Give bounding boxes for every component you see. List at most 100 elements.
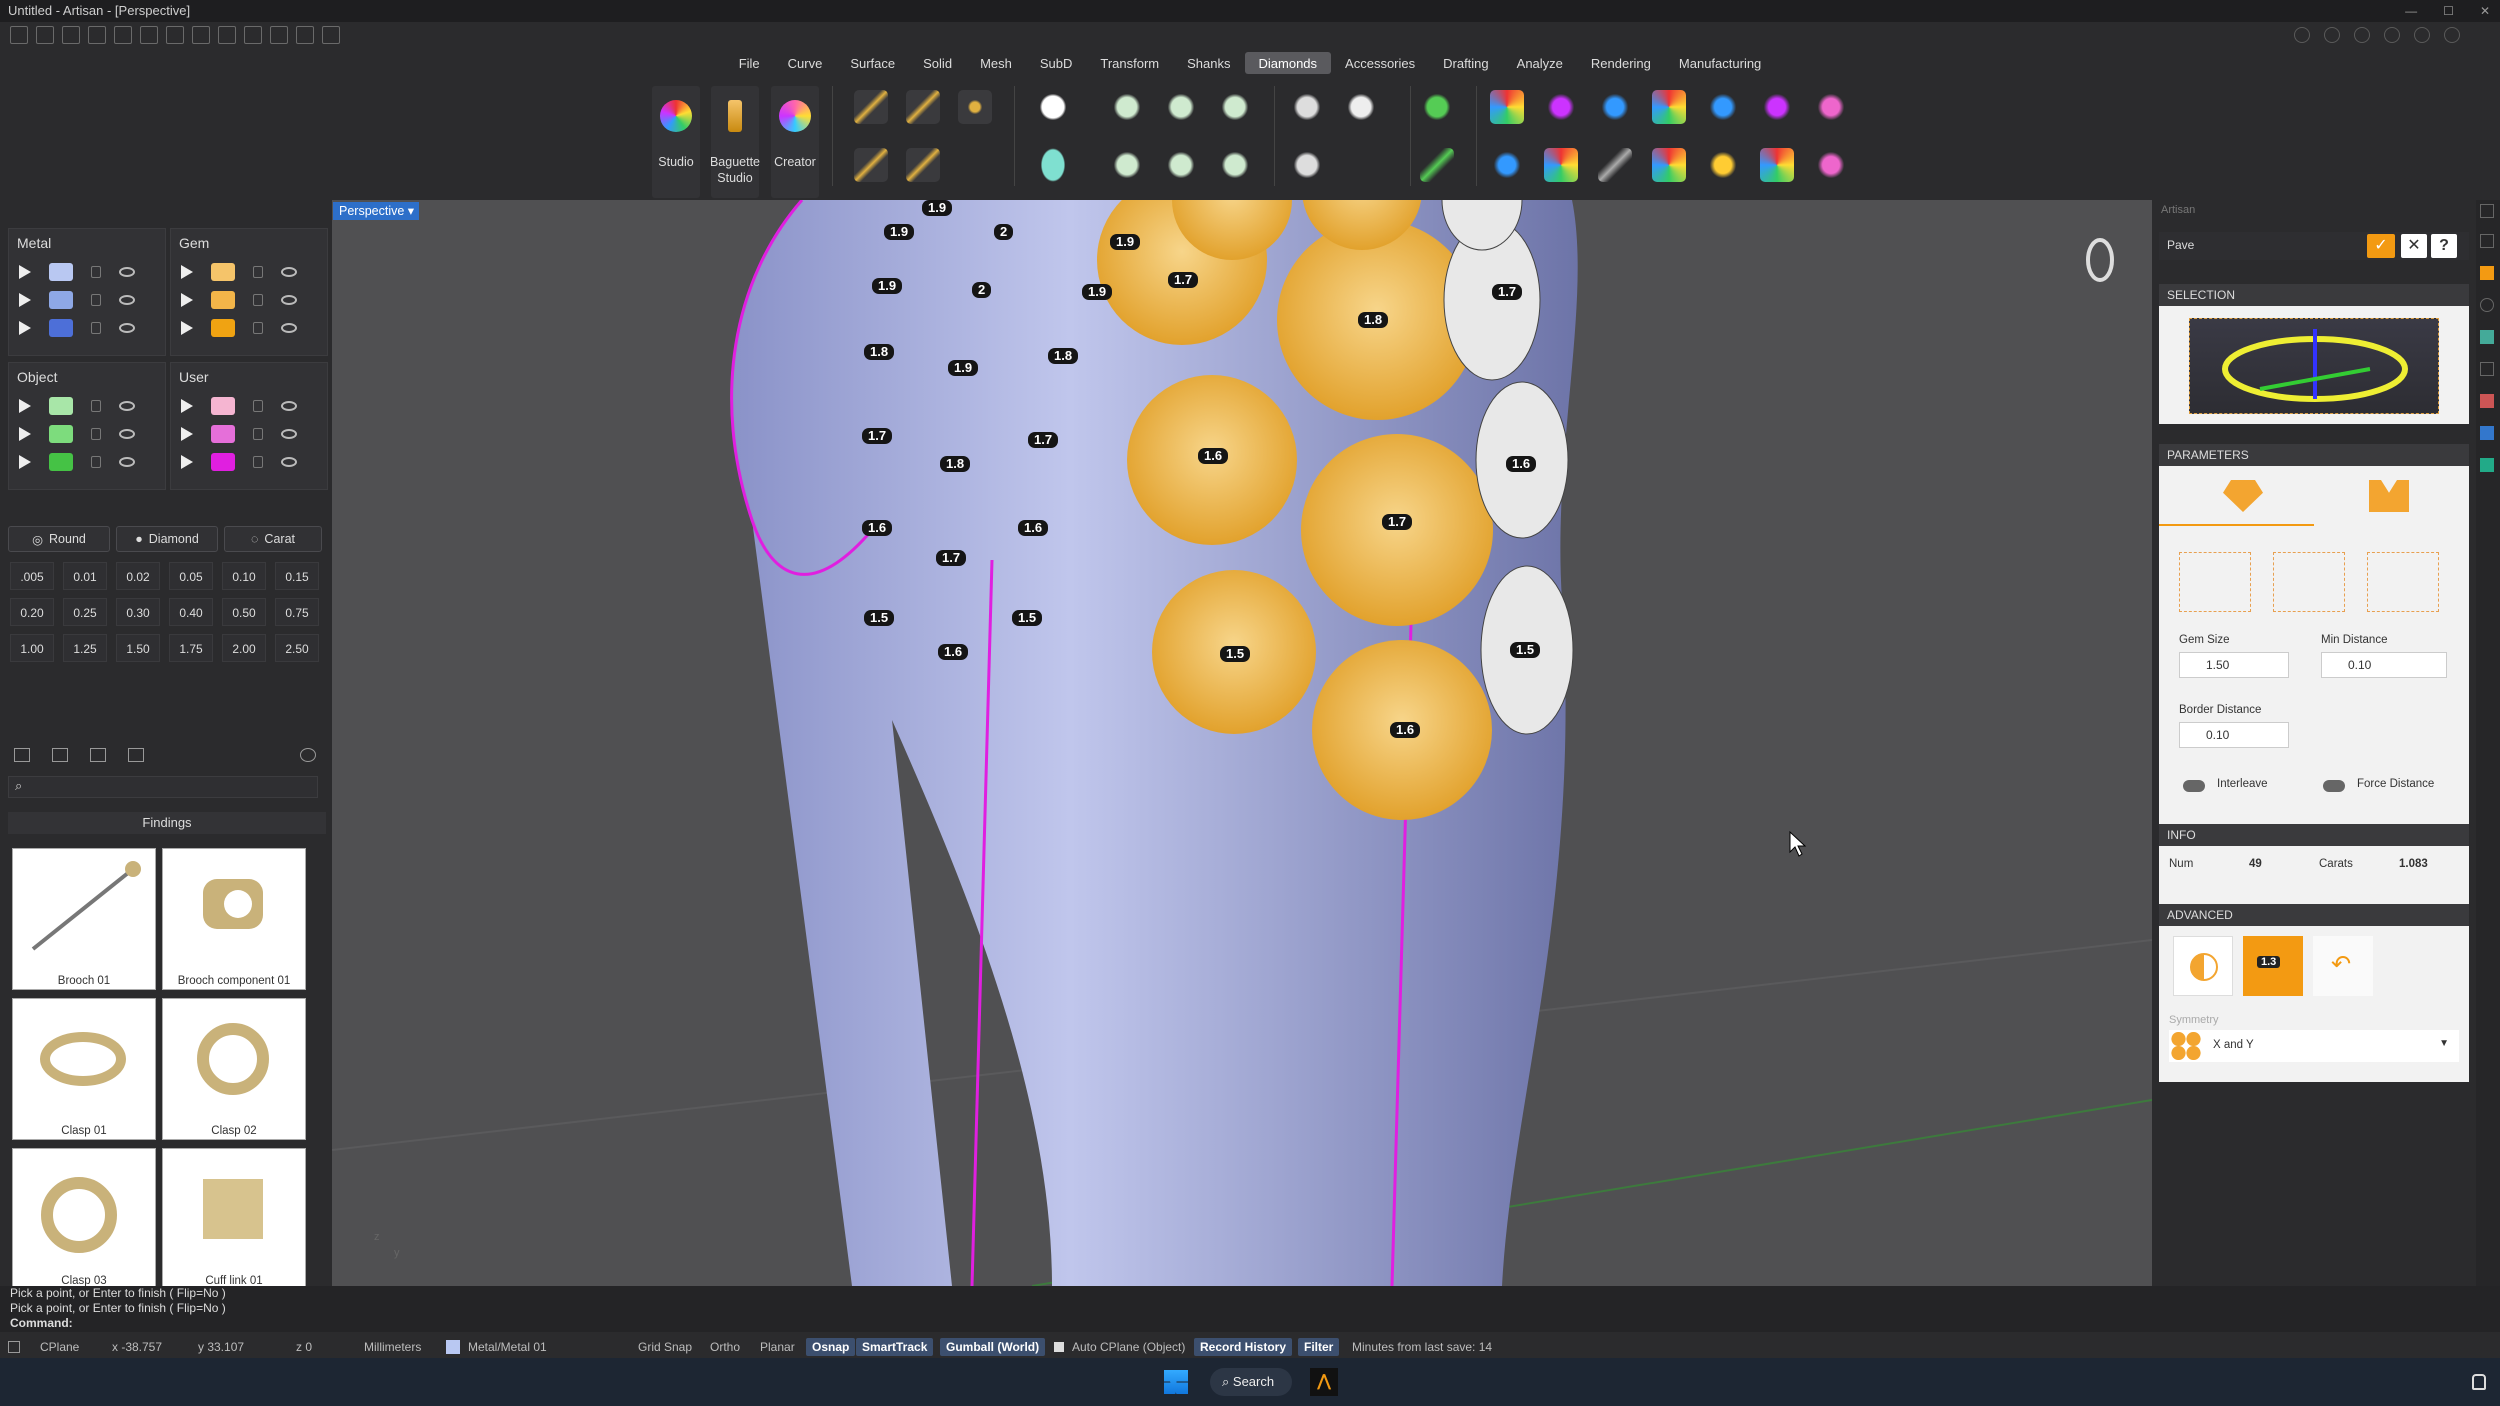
tools-icon[interactable] xyxy=(322,26,340,44)
pave-grid-icon[interactable] xyxy=(1290,148,1324,182)
osnap-toggle[interactable]: Osnap xyxy=(806,1338,856,1356)
play-icon[interactable] xyxy=(181,455,193,469)
gem-size-button[interactable]: 0.10 xyxy=(222,562,266,590)
settings-icon[interactable] xyxy=(270,26,288,44)
status-toggle-icon[interactable] xyxy=(8,1341,20,1353)
gem-size-button[interactable]: 0.02 xyxy=(116,562,160,590)
menu-shanks[interactable]: Shanks xyxy=(1173,52,1244,74)
lock-icon[interactable] xyxy=(253,400,263,412)
gem-select-icon[interactable] xyxy=(1652,148,1686,182)
play-icon[interactable] xyxy=(19,321,31,335)
dock-materials-icon[interactable] xyxy=(2480,298,2494,312)
info-icon[interactable] xyxy=(2324,27,2340,43)
layer-row[interactable] xyxy=(181,261,297,283)
gem-size-button[interactable]: 0.75 xyxy=(275,598,319,626)
gem-edit-icon[interactable] xyxy=(1706,90,1740,124)
advanced-section-header[interactable]: ADVANCED xyxy=(2159,904,2469,926)
viewport-dropdown-icon[interactable]: ▾ xyxy=(408,204,414,218)
lock-icon[interactable] xyxy=(91,400,101,412)
gem-size-button[interactable]: 0.50 xyxy=(222,598,266,626)
border-distance-input[interactable]: 0.10 xyxy=(2179,722,2289,748)
notification-bell-icon[interactable] xyxy=(2472,1374,2486,1390)
play-icon[interactable] xyxy=(19,399,31,413)
pave-mode-surface-icon[interactable] xyxy=(2369,480,2409,512)
smarttrack-toggle[interactable]: SmartTrack xyxy=(856,1338,934,1356)
gem-size-button[interactable]: 1.50 xyxy=(116,634,160,662)
library-open-icon[interactable] xyxy=(14,748,30,762)
menu-rendering[interactable]: Rendering xyxy=(1577,52,1665,74)
baguette-studio-button[interactable]: Baguette Studio xyxy=(710,86,760,198)
dock-layers-icon[interactable] xyxy=(2480,330,2494,344)
taskbar-search[interactable]: ⌕ Search xyxy=(1210,1368,1292,1396)
auto-cplane-label[interactable]: Auto CPlane (Object) xyxy=(1072,1336,1185,1358)
menu-manufacturing[interactable]: Manufacturing xyxy=(1665,52,1775,74)
pave-cluster-icon[interactable] xyxy=(1344,90,1378,124)
dock-display-icon[interactable] xyxy=(2480,458,2494,472)
gumball-toggle[interactable]: Gumball (World) xyxy=(940,1338,1046,1356)
menu-mesh[interactable]: Mesh xyxy=(966,52,1026,74)
library-item-cuff-link-01[interactable]: Cuff link 01 xyxy=(162,1148,306,1290)
gems-cluster-icon[interactable] xyxy=(958,90,992,124)
gem-distance-icon[interactable] xyxy=(1598,148,1632,182)
measure-icon[interactable] xyxy=(244,26,262,44)
library-add-icon[interactable] xyxy=(90,748,106,762)
gem-size-button[interactable]: 0.30 xyxy=(116,598,160,626)
layer-row[interactable] xyxy=(19,423,135,445)
color-swatch[interactable] xyxy=(49,453,73,471)
menu-transform[interactable]: Transform xyxy=(1086,52,1173,74)
cutter-icon[interactable] xyxy=(1110,148,1144,182)
studio-button[interactable]: Studio xyxy=(652,86,700,198)
eye-icon[interactable] xyxy=(281,323,297,333)
color-swatch[interactable] xyxy=(211,263,235,281)
gems-array-icon[interactable] xyxy=(854,148,888,182)
save-icon[interactable] xyxy=(166,26,184,44)
undo-icon[interactable] xyxy=(114,26,132,44)
gem-size-button[interactable]: 1.75 xyxy=(169,634,213,662)
color-swatch[interactable] xyxy=(211,453,235,471)
gem-replace-icon[interactable] xyxy=(1760,90,1794,124)
lock-icon[interactable] xyxy=(91,428,101,440)
viewport-tab-perspective[interactable]: Perspective ▾ xyxy=(333,202,419,220)
gem-combine-icon[interactable] xyxy=(1706,148,1740,182)
open-folder-icon[interactable] xyxy=(88,26,106,44)
eye-icon[interactable] xyxy=(119,457,135,467)
menu-surface[interactable]: Surface xyxy=(836,52,909,74)
export-icon[interactable] xyxy=(218,26,236,44)
pave-option-3[interactable] xyxy=(2367,552,2439,612)
symmetry-dropdown[interactable]: X and Y ▼ xyxy=(2169,1030,2459,1062)
menu-accessories[interactable]: Accessories xyxy=(1331,52,1429,74)
gem-size-button[interactable]: 0.20 xyxy=(10,598,54,626)
lock-icon[interactable] xyxy=(253,322,263,334)
artisan-app-icon[interactable]: ⋀ xyxy=(1310,1368,1338,1396)
help-button[interactable]: ? xyxy=(2431,234,2457,258)
units-label[interactable]: Millimeters xyxy=(364,1336,421,1358)
gem-size-button[interactable]: 2.00 xyxy=(222,634,266,662)
ortho-toggle[interactable]: Ortho xyxy=(710,1336,740,1358)
library-grid-icon[interactable] xyxy=(128,748,144,762)
analyze-gems-icon[interactable] xyxy=(1490,90,1524,124)
dock-library-icon[interactable] xyxy=(2480,394,2494,408)
library-item-brooch-component-01[interactable]: Brooch component 01 xyxy=(162,848,306,990)
advanced-orient-button[interactable] xyxy=(2173,936,2233,996)
help-icon[interactable] xyxy=(2414,27,2430,43)
play-icon[interactable] xyxy=(181,321,193,335)
start-icon[interactable] xyxy=(1164,1370,1188,1394)
eye-icon[interactable] xyxy=(281,295,297,305)
gem-size-button[interactable]: 0.40 xyxy=(169,598,213,626)
eye-icon[interactable] xyxy=(281,401,297,411)
pave-icon[interactable] xyxy=(1290,90,1324,124)
gem-size-button[interactable]: 1.25 xyxy=(63,634,107,662)
material-selector[interactable]: ● Diamond xyxy=(116,526,218,552)
lock-icon[interactable] xyxy=(91,266,101,278)
cut-selector[interactable]: ◎ Round xyxy=(8,526,110,552)
eye-icon[interactable] xyxy=(119,429,135,439)
play-icon[interactable] xyxy=(19,293,31,307)
gems-between-curves-icon[interactable] xyxy=(906,90,940,124)
plugin-icon[interactable] xyxy=(296,26,314,44)
color-swatch[interactable] xyxy=(49,291,73,309)
selection-preview[interactable] xyxy=(2189,318,2439,414)
play-icon[interactable] xyxy=(19,455,31,469)
advanced-undo-button[interactable]: ↶ xyxy=(2313,936,2373,996)
play-icon[interactable] xyxy=(181,399,193,413)
info-section-header[interactable]: INFO xyxy=(2159,824,2469,846)
